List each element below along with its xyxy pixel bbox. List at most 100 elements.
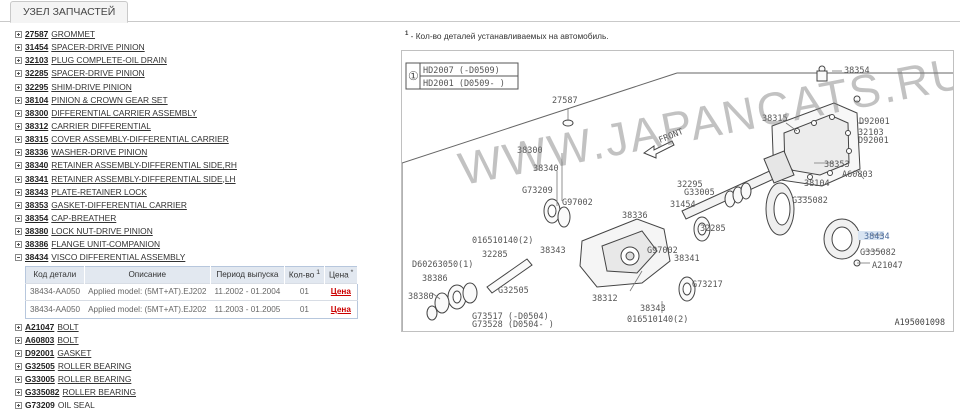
part-name-link[interactable]: LOCK NUT-DRIVE PINION: [51, 225, 152, 238]
part-name-link[interactable]: BOLT: [57, 334, 78, 347]
callout-38434[interactable]: 38434: [864, 232, 890, 242]
callout-d92001[interactable]: D92001: [859, 117, 890, 127]
part-name-link[interactable]: SPACER-DRIVE PINION: [51, 41, 144, 54]
expand-icon[interactable]: [15, 363, 22, 371]
expand-icon[interactable]: [15, 123, 22, 131]
tree-item-31454[interactable]: 31454 SPACER-DRIVE PINION: [15, 41, 375, 54]
tree-item-g32505[interactable]: G32505 ROLLER BEARING: [15, 360, 375, 373]
tree-item-a21047[interactable]: A21047 BOLT: [15, 321, 375, 334]
part-name-link[interactable]: RETAINER ASSEMBLY-DIFFERENTIAL SIDE,LH: [51, 173, 235, 186]
part-name-link[interactable]: SHIM-DRIVE PINION: [51, 81, 132, 94]
callout-a60803[interactable]: A60803: [842, 170, 873, 180]
part-code-link[interactable]: 38343: [25, 186, 48, 199]
callout-38343[interactable]: 38343: [640, 304, 666, 314]
tree-item-38343[interactable]: 38343 PLATE-RETAINER LOCK: [15, 186, 375, 199]
part-name-link[interactable]: OIL SEAL: [58, 399, 95, 409]
expand-icon[interactable]: [15, 57, 22, 65]
expand-icon[interactable]: [15, 241, 22, 249]
expand-icon[interactable]: [15, 162, 22, 170]
part-name-link[interactable]: ROLLER BEARING: [62, 386, 136, 399]
part-code-link[interactable]: 38353: [25, 199, 48, 212]
part-name-link[interactable]: GASKET: [57, 347, 91, 360]
callout-a21047[interactable]: A21047: [872, 261, 903, 271]
callout-38343[interactable]: 38343: [540, 246, 566, 256]
part-name-link[interactable]: SPACER-DRIVE PINION: [51, 67, 144, 80]
callout-38380[interactable]: 38380: [408, 292, 434, 302]
part-code-link[interactable]: 38104: [25, 94, 48, 107]
part-name-link[interactable]: ROLLER BEARING: [58, 373, 132, 386]
tree-item-38312[interactable]: 38312 CARRIER DIFFERENTIAL: [15, 120, 375, 133]
expand-icon[interactable]: [15, 376, 22, 384]
part-code-link[interactable]: 38315: [25, 133, 48, 146]
expand-icon[interactable]: [15, 44, 22, 52]
tree-item-38354[interactable]: 38354 CAP-BREATHER: [15, 212, 375, 225]
callout-38386[interactable]: 38386: [422, 274, 448, 284]
part-code-link[interactable]: 38434: [25, 251, 48, 264]
callout-016510140-2-[interactable]: 016510140(2): [627, 315, 688, 325]
callout-38104[interactable]: 38104: [804, 179, 830, 189]
part-code-link[interactable]: 38341: [25, 173, 48, 186]
tree-item-27587[interactable]: 27587 GROMMET: [15, 28, 375, 41]
part-code-link[interactable]: 27587: [25, 28, 48, 41]
part-code-link[interactable]: G335082: [25, 386, 59, 399]
tree-item-38386[interactable]: 38386 FLANGE UNIT-COMPANION: [15, 238, 375, 251]
callout-32285[interactable]: 32285: [700, 224, 726, 234]
callout-g73209[interactable]: G73209: [522, 186, 553, 196]
expand-icon[interactable]: [15, 402, 22, 409]
expand-icon[interactable]: [15, 188, 22, 196]
part-code-link[interactable]: 38312: [25, 120, 48, 133]
tree-item-38353[interactable]: 38353 GASKET-DIFFERENTIAL CARRIER: [15, 199, 375, 212]
part-code-link[interactable]: 38336: [25, 146, 48, 159]
tree-item-32103[interactable]: 32103 PLUG COMPLETE-OIL DRAIN: [15, 54, 375, 67]
part-code-link[interactable]: 38380: [25, 225, 48, 238]
tree-item-32285[interactable]: 32285 SPACER-DRIVE PINION: [15, 67, 375, 80]
tab-parts-assembly[interactable]: УЗЕЛ ЗАПЧАСТЕЙ: [10, 1, 129, 23]
part-code-link[interactable]: A60803: [25, 334, 54, 347]
part-code-link[interactable]: 38386: [25, 238, 48, 251]
expand-icon[interactable]: [15, 149, 22, 157]
expand-icon[interactable]: [15, 109, 22, 117]
tree-item-a60803[interactable]: A60803 BOLT: [15, 334, 375, 347]
part-name-link[interactable]: ROLLER BEARING: [58, 360, 132, 373]
callout-38353[interactable]: 38353: [824, 160, 850, 170]
callout-d92001[interactable]: D92001: [858, 136, 889, 146]
part-name-link[interactable]: DIFFERENTIAL CARRIER ASSEMBLY: [51, 107, 197, 120]
callout-32285[interactable]: 32285: [482, 250, 508, 260]
expand-icon[interactable]: [15, 323, 22, 331]
tree-item-d92001[interactable]: D92001 GASKET: [15, 347, 375, 360]
callout-g73528-d0504-[interactable]: G73528 (D0504- ): [472, 320, 554, 330]
expand-icon[interactable]: [15, 336, 22, 344]
part-name-link[interactable]: PINION & CROWN GEAR SET: [51, 94, 167, 107]
part-name-link[interactable]: CAP-BREATHER: [51, 212, 116, 225]
callout-g32505[interactable]: G32505: [498, 286, 529, 296]
part-code-link[interactable]: 38354: [25, 212, 48, 225]
price-link[interactable]: Цена: [331, 305, 351, 314]
expand-icon[interactable]: [15, 70, 22, 78]
callout-g97002[interactable]: G97002: [562, 198, 593, 208]
callout-38341[interactable]: 38341: [674, 254, 700, 264]
part-name-link[interactable]: COVER ASSEMBLY-DIFFERENTIAL CARRIER: [51, 133, 228, 146]
price-link[interactable]: Цена: [331, 287, 351, 296]
tree-item-38300[interactable]: 38300 DIFFERENTIAL CARRIER ASSEMBLY: [15, 107, 375, 120]
callout-27587[interactable]: 27587: [552, 96, 578, 106]
callout-32295[interactable]: 32295: [677, 180, 703, 190]
tree-item-38336[interactable]: 38336 WASHER-DRIVE PINION: [15, 146, 375, 159]
tree-item-38104[interactable]: 38104 PINION & CROWN GEAR SET: [15, 94, 375, 107]
part-code-link[interactable]: 32103: [25, 54, 48, 67]
expand-icon[interactable]: [15, 349, 22, 357]
parts-diagram[interactable]: ① HD2007 (-D0509) HD2001 (D0509- ) FRONT: [401, 50, 954, 332]
callout-38312[interactable]: 38312: [592, 294, 618, 304]
tree-item-g335082[interactable]: G335082 ROLLER BEARING: [15, 386, 375, 399]
tree-item-38315[interactable]: 38315 COVER ASSEMBLY-DIFFERENTIAL CARRIER: [15, 133, 375, 146]
expand-icon[interactable]: [15, 215, 22, 223]
expand-icon[interactable]: [15, 83, 22, 91]
callout-38336[interactable]: 38336: [622, 211, 648, 221]
part-name-link[interactable]: BOLT: [57, 321, 78, 334]
part-name-link[interactable]: CARRIER DIFFERENTIAL: [51, 120, 151, 133]
expand-icon[interactable]: [15, 228, 22, 236]
tree-item-g73209[interactable]: G73209 OIL SEAL: [15, 399, 375, 409]
part-code-link[interactable]: G32505: [25, 360, 55, 373]
part-name-link[interactable]: GROMMET: [51, 28, 95, 41]
tree-item-g33005[interactable]: G33005 ROLLER BEARING: [15, 373, 375, 386]
part-name-link[interactable]: VISCO DIFFERENTIAL ASSEMBLY: [51, 251, 185, 264]
